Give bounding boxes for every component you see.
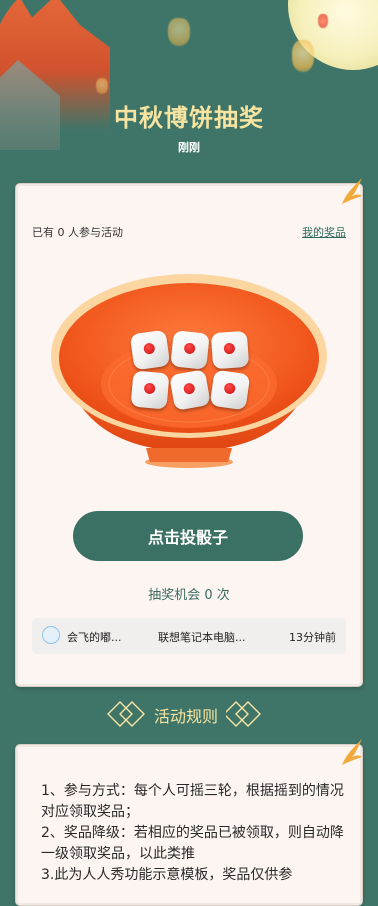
lantern-decoration: [318, 14, 328, 28]
avatar: [42, 626, 60, 644]
page-title: 中秋博饼抽奖: [114, 105, 264, 132]
dice-icon: [209, 369, 251, 411]
rules-text: 1、参与方式：每个人可摇三轮，根据摇到的情况对应领取奖品； 2、奖品降级：若相应…: [41, 781, 348, 886]
dice-icon: [170, 330, 210, 370]
dice-icon: [129, 329, 171, 371]
bird-icon: [342, 739, 362, 765]
my-prizes-link[interactable]: 我的奖品: [302, 224, 346, 240]
lantern-decoration: [96, 78, 108, 94]
winner-name: 会飞的嘟...: [67, 631, 122, 644]
diamond-ornament-icon: [107, 701, 145, 727]
diamond-ornament-icon: [226, 701, 261, 727]
dice-group: [129, 329, 252, 412]
rules-heading: 活动规则: [0, 700, 378, 728]
rule-line: 3.此为人人秀功能示意模板，奖品仅供参: [41, 867, 293, 883]
rules-card: 1、参与方式：每个人可摇三轮，根据摇到的情况对应领取奖品； 2、奖品降级：若相应…: [15, 739, 363, 906]
lottery-card: 已有 0 人参与活动 我的奖品 点击投骰子 抽奖机会 0 次 会飞的嘟... 联…: [15, 178, 363, 687]
winner-prize: 联想笔记本电脑...: [158, 631, 246, 644]
rules-heading-label: 活动规则: [154, 709, 219, 726]
rule-line: 1、参与方式：每个人可摇三轮，根据摇到的情况对应领取奖品；: [41, 783, 344, 820]
roll-dice-button[interactable]: 点击投骰子: [73, 511, 303, 561]
rule-line: 2、奖品降级：若相应的奖品已被领取，则自动降一级领取奖品，以此类推: [41, 825, 344, 862]
participants-count: 已有 0 人参与活动: [32, 226, 123, 239]
winner-ticker: 会飞的嘟... 联想笔记本电脑... 13分钟前: [32, 618, 346, 654]
bird-icon: [342, 178, 362, 204]
lantern-decoration: [292, 40, 314, 72]
lantern-decoration: [168, 18, 190, 46]
participation-row: 已有 0 人参与活动 我的奖品: [32, 224, 346, 240]
page-subtitle: 刚刚: [178, 141, 200, 154]
winner-time: 13分钟前: [289, 631, 336, 644]
dice-icon: [169, 369, 211, 411]
dice-icon: [130, 370, 170, 410]
dice-icon: [210, 330, 250, 370]
chances-remaining: 抽奖机会 0 次: [148, 588, 230, 603]
